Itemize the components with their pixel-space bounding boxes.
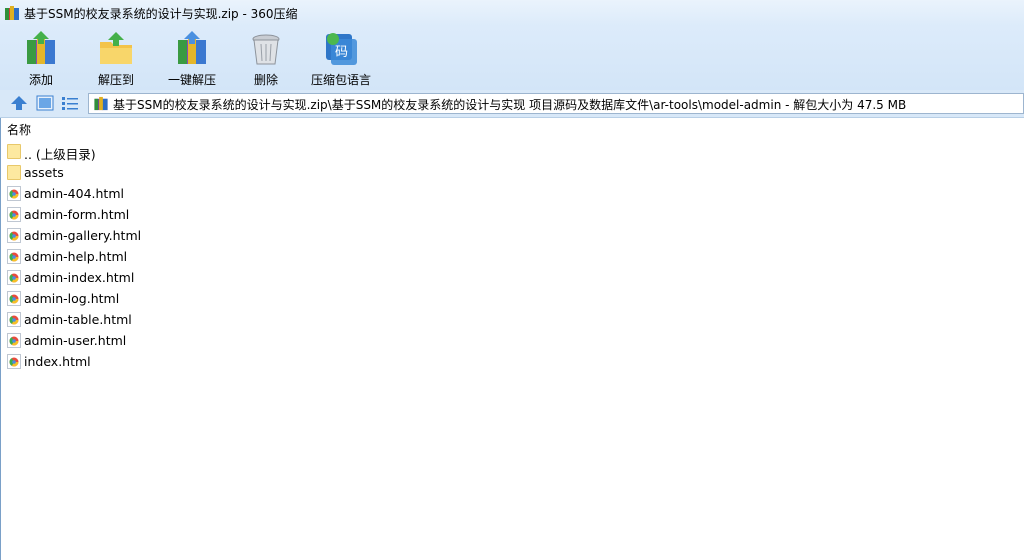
html-file-icon	[7, 249, 21, 264]
extract-to-label: 解压到	[97, 73, 134, 87]
file-name: assets	[24, 165, 64, 180]
file-name: .. (上级目录)	[24, 147, 96, 162]
delete-label: 删除	[253, 73, 278, 87]
archive-icon	[5, 6, 19, 20]
file-name: admin-form.html	[24, 207, 130, 222]
file-row[interactable]: admin-gallery.html	[6, 225, 406, 245]
file-name: admin-index.html	[24, 270, 135, 285]
svg-text:码: 码	[335, 45, 348, 60]
file-name: admin-gallery.html	[24, 228, 142, 243]
file-row[interactable]: admin-form.html	[6, 204, 406, 224]
folder-row[interactable]: assets	[6, 162, 406, 182]
folder-icon	[7, 165, 21, 180]
archive-icon	[94, 96, 108, 111]
toolbar: 添加 解压到 一键解压 删除 码 压缩包语言	[0, 26, 1024, 90]
up-arrow-icon[interactable]	[10, 95, 28, 111]
delete-button[interactable]: 删除	[240, 28, 292, 88]
column-header-name[interactable]: 名称	[7, 121, 31, 138]
file-row[interactable]: admin-index.html	[6, 267, 406, 287]
trash-icon	[252, 34, 280, 65]
html-file-icon	[7, 270, 21, 285]
file-name: admin-404.html	[24, 186, 124, 201]
html-file-icon	[7, 186, 21, 201]
one-click-extract-icon	[178, 31, 206, 64]
html-file-icon	[7, 333, 21, 348]
html-file-icon	[7, 207, 21, 222]
add-archive-icon	[27, 31, 55, 64]
html-file-icon	[7, 291, 21, 306]
folder-row[interactable]: .. (上级目录)	[6, 141, 406, 162]
one-click-extract-button[interactable]: 一键解压	[160, 28, 224, 88]
extract-to-button[interactable]: 解压到	[86, 28, 146, 88]
file-list: 名称 .. (上级目录) assets admin-404.html admin-fo…	[0, 118, 1024, 560]
add-label: 添加	[28, 73, 53, 87]
title-bar: 基于SSM的校友录系统的设计与实现.zip - 360压缩	[0, 0, 1024, 26]
file-row[interactable]: admin-help.html	[6, 246, 406, 266]
archive-language-icon: 码	[326, 33, 357, 65]
path-text: 基于SSM的校友录系统的设计与实现.zip\基于SSM的校友录系统的设计与实现 …	[113, 98, 907, 112]
html-file-icon	[7, 354, 21, 369]
file-name: admin-table.html	[24, 312, 132, 327]
extract-to-icon	[100, 32, 132, 64]
file-name: index.html	[24, 354, 91, 369]
thumbnail-view-icon[interactable]	[36, 95, 54, 111]
file-row[interactable]: admin-404.html	[6, 183, 406, 203]
file-row[interactable]: admin-log.html	[6, 288, 406, 308]
file-name: admin-user.html	[24, 333, 127, 348]
file-name: admin-help.html	[24, 249, 128, 264]
file-row[interactable]: index.html	[6, 351, 406, 371]
archive-language-button[interactable]: 码 压缩包语言	[306, 28, 376, 88]
add-button[interactable]: 添加	[12, 28, 70, 88]
folder-icon	[7, 144, 21, 159]
address-bar: 基于SSM的校友录系统的设计与实现.zip\基于SSM的校友录系统的设计与实现 …	[0, 90, 1024, 118]
file-row[interactable]: admin-user.html	[6, 330, 406, 350]
html-file-icon	[7, 228, 21, 243]
file-name: admin-log.html	[24, 291, 120, 306]
archive-language-label: 压缩包语言	[310, 73, 371, 87]
html-file-icon	[7, 312, 21, 327]
one-click-extract-label: 一键解压	[167, 73, 216, 87]
file-row[interactable]: admin-table.html	[6, 309, 406, 329]
list-view-icon[interactable]	[61, 95, 79, 111]
path-field[interactable]: 基于SSM的校友录系统的设计与实现.zip\基于SSM的校友录系统的设计与实现 …	[88, 93, 1024, 114]
window-title: 基于SSM的校友录系统的设计与实现.zip - 360压缩	[24, 7, 298, 21]
